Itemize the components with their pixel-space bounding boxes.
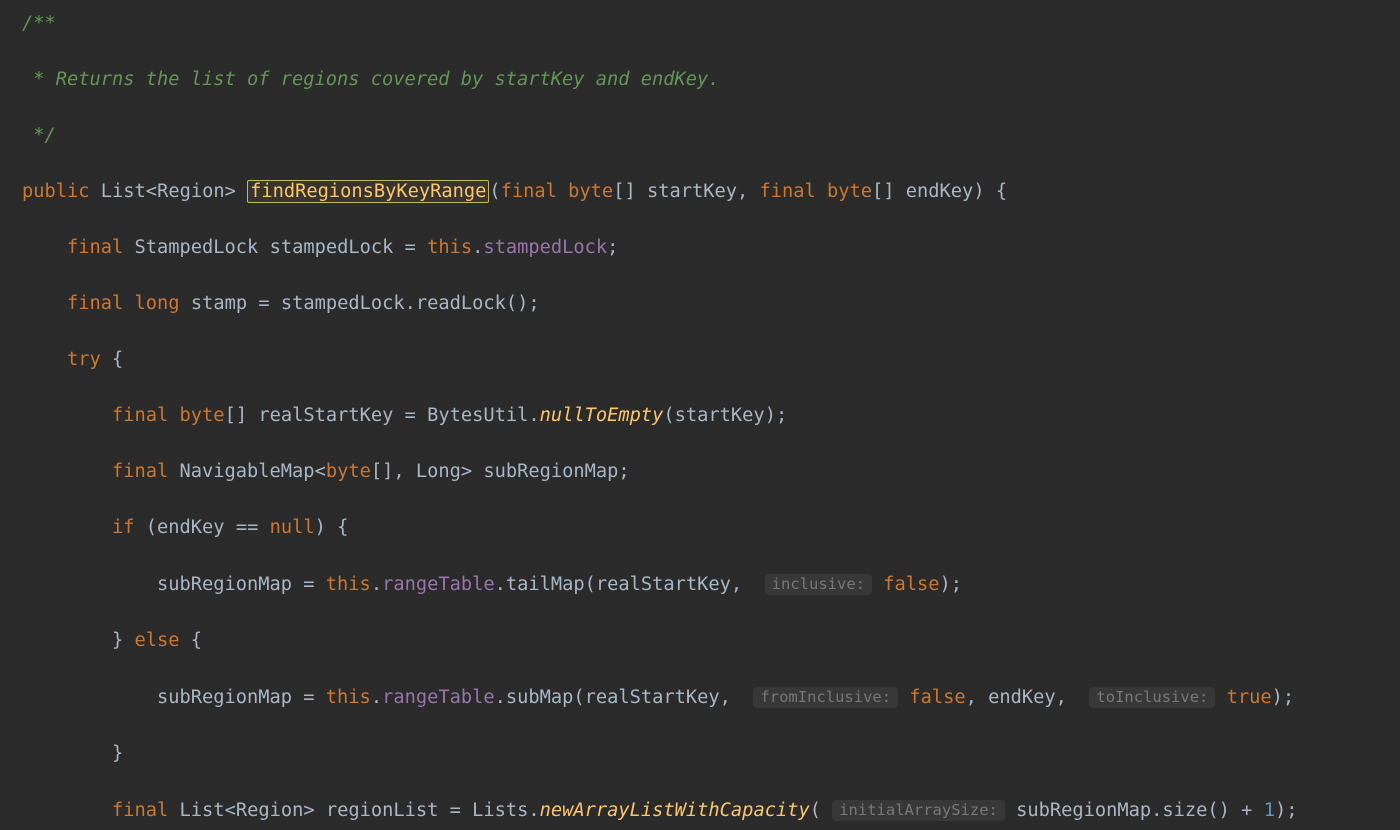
method-name-highlight: findRegionsByKeyRange xyxy=(247,180,489,203)
code-line: final byte[] realStartKey = BytesUtil.nu… xyxy=(0,402,1400,430)
code-editor[interactable]: /** * Returns the list of regions covere… xyxy=(0,0,1400,830)
code-line: public List<Region> findRegionsByKeyRang… xyxy=(0,178,1400,206)
code-line: final StampedLock stampedLock = this.sta… xyxy=(0,234,1400,262)
code-line: subRegionMap = this.rangeTable.subMap(re… xyxy=(0,683,1400,712)
code-line: final NavigableMap<byte[], Long> subRegi… xyxy=(0,458,1400,486)
code-line: */ xyxy=(0,122,1400,150)
param-hint-inclusive: inclusive: xyxy=(765,574,872,595)
param-hint-from-inclusive: fromInclusive: xyxy=(753,687,898,708)
code-line: /** xyxy=(0,10,1400,38)
param-hint-initial-array-size: initialArraySize: xyxy=(832,800,1005,821)
code-line: subRegionMap = this.rangeTable.tailMap(r… xyxy=(0,570,1400,599)
code-line: } else { xyxy=(0,627,1400,655)
param-hint-to-inclusive: toInclusive: xyxy=(1089,687,1215,708)
code-line: } xyxy=(0,740,1400,768)
code-line: final long stamp = stampedLock.readLock(… xyxy=(0,290,1400,318)
code-line: final List<Region> regionList = Lists.ne… xyxy=(0,796,1400,825)
code-line: if (endKey == null) { xyxy=(0,514,1400,542)
code-line: * Returns the list of regions covered by… xyxy=(0,66,1400,94)
javadoc-body: * Returns the list of regions covered by… xyxy=(22,69,720,90)
javadoc-close: */ xyxy=(22,125,56,146)
code-line: try { xyxy=(0,346,1400,374)
javadoc-open: /** xyxy=(22,13,56,34)
